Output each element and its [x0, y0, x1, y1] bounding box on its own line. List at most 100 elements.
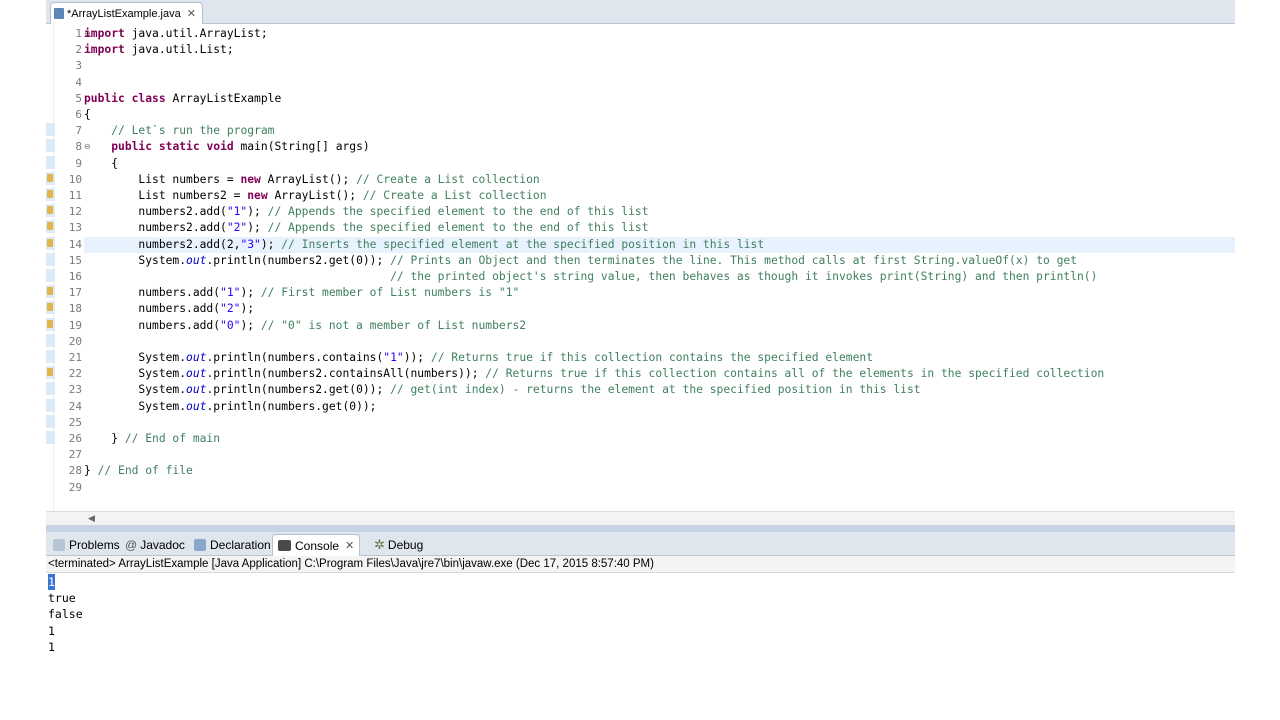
ruler-mark — [46, 382, 55, 396]
code-line[interactable]: } // End of main — [84, 431, 1235, 447]
warning-icon[interactable] — [46, 204, 55, 218]
line-number: 5 — [75, 91, 82, 105]
line-number: 18 — [68, 302, 82, 316]
ruler-mark — [46, 123, 55, 137]
line-number: 2 — [75, 43, 82, 57]
annotation-ruler — [46, 24, 55, 513]
line-number: 25 — [68, 415, 82, 429]
code-line[interactable]: numbers.add("1"); // First member of Lis… — [84, 285, 1235, 301]
view-tab-bar: Problems @ Javadoc Declaration Console ✕… — [46, 532, 1235, 556]
ruler-mark — [46, 398, 55, 412]
ruler-mark — [46, 252, 55, 266]
warning-icon[interactable] — [46, 171, 55, 185]
line-number: 16 — [68, 270, 82, 283]
code-line[interactable]: List numbers = new ArrayList(); // Creat… — [84, 172, 1235, 188]
editor-tab-title: *ArrayListExample.java — [67, 7, 181, 20]
code-line[interactable]: numbers.add("0"); // "0" is not a member… — [84, 318, 1235, 334]
warning-icon[interactable] — [46, 366, 55, 380]
code-line[interactable]: numbers2.add(2,"3"); // Inserts the spec… — [84, 236, 1235, 253]
tab-console-label: Console — [295, 538, 340, 553]
code-line[interactable] — [84, 334, 1235, 350]
code-line[interactable]: // the printed object's string value, th… — [84, 269, 1235, 285]
code-line[interactable]: System.out.println(numbers2.get(0)); // … — [84, 253, 1235, 269]
ruler-mark — [46, 414, 55, 428]
warning-icon[interactable] — [46, 285, 55, 299]
line-number: 3 — [75, 59, 82, 73]
tab-declaration[interactable]: Declaration — [189, 534, 276, 556]
code-line[interactable]: } // End of file — [84, 463, 1235, 479]
console-line: false — [48, 607, 83, 622]
code-line[interactable]: List numbers2 = new ArrayList(); // Crea… — [84, 188, 1235, 204]
code-line[interactable]: numbers2.add("2"); // Appends the specif… — [84, 220, 1235, 236]
ruler-mark — [46, 333, 55, 347]
at-icon: @ — [125, 538, 138, 552]
console-icon — [278, 540, 291, 551]
code-line[interactable]: System.out.println(numbers2.get(0)); // … — [84, 382, 1235, 398]
console-line: 1 — [48, 574, 55, 590]
left-margin — [0, 0, 46, 720]
problems-icon — [53, 539, 65, 551]
line-number: 24 — [68, 399, 82, 413]
code-line[interactable]: numbers2.add("1"); // Appends the specif… — [84, 204, 1235, 220]
code-line[interactable] — [84, 447, 1235, 463]
line-number: 8 — [75, 140, 82, 154]
scroll-left-icon[interactable]: ◀ — [88, 513, 95, 524]
code-line[interactable]: { — [84, 156, 1235, 172]
code-line[interactable] — [84, 480, 1235, 494]
line-number: 20 — [68, 334, 82, 348]
code-line[interactable]: System.out.println(numbers.contains("1")… — [84, 350, 1235, 366]
code-line[interactable] — [84, 415, 1235, 431]
code-editor[interactable]: 1 ⊖ 2 3 4 5 6 7 8 ⊖ 9 10 11 12 13 14 15 16 17 18 19 20 21 22 23 2… — [46, 24, 1235, 513]
tab-problems[interactable]: Problems — [48, 534, 125, 556]
line-number: 10 — [68, 172, 82, 186]
tab-javadoc[interactable]: @ Javadoc — [120, 534, 190, 556]
code-line[interactable]: { — [84, 107, 1235, 123]
panel-divider[interactable] — [46, 525, 1235, 532]
tab-debug[interactable]: ✲ Debug — [369, 534, 428, 556]
warning-icon[interactable] — [46, 236, 55, 250]
line-number: 13 — [68, 221, 82, 235]
ruler-mark — [46, 431, 55, 444]
line-number: 26 — [68, 432, 82, 445]
warning-icon[interactable] — [46, 317, 55, 331]
code-line[interactable]: import java.util.List; — [84, 42, 1235, 58]
code-line[interactable] — [84, 75, 1235, 91]
right-margin — [1235, 0, 1280, 720]
line-number: 11 — [68, 189, 82, 202]
line-number: 27 — [68, 448, 82, 462]
code-line[interactable]: import java.util.ArrayList; — [84, 26, 1235, 42]
line-number: 6 — [75, 108, 82, 121]
close-icon[interactable]: ✕ — [187, 7, 196, 20]
line-number: 9 — [75, 156, 82, 170]
line-number: 29 — [68, 480, 82, 494]
code-line[interactable]: public static void main(String[] args) — [84, 139, 1235, 155]
line-number: 28 — [68, 464, 82, 478]
code-line[interactable]: public class ArrayListExample — [84, 91, 1235, 107]
editor-tab-arraylistexample[interactable]: *ArrayListExample.java ✕ — [50, 2, 203, 24]
horizontal-scrollbar[interactable]: ◀ — [46, 511, 1235, 525]
code-line[interactable]: System.out.println(numbers2.containsAll(… — [84, 366, 1235, 382]
ruler-mark — [46, 350, 55, 363]
warning-icon[interactable] — [46, 188, 55, 201]
java-file-icon — [54, 8, 64, 19]
console-output[interactable]: 1 true false 1 1 — [46, 573, 1235, 720]
tab-console[interactable]: Console ✕ — [272, 534, 361, 556]
bug-icon: ✲ — [374, 537, 385, 552]
editor-tab-bar: *ArrayListExample.java ✕ — [46, 0, 1235, 24]
tab-javadoc-label: Javadoc — [140, 538, 185, 552]
line-number: 4 — [75, 75, 82, 89]
code-line[interactable]: System.out.println(numbers.get(0)); — [84, 399, 1235, 415]
ruler-mark — [46, 269, 55, 282]
line-number: 22 — [68, 367, 82, 381]
code-line[interactable] — [84, 58, 1235, 74]
close-icon[interactable]: ✕ — [345, 539, 354, 552]
tab-debug-label: Debug — [387, 538, 424, 552]
warning-icon[interactable] — [46, 220, 55, 234]
line-number: 21 — [68, 351, 82, 364]
line-number: 19 — [68, 318, 82, 332]
code-area[interactable]: import java.util.ArrayList; import java.u… — [84, 24, 1235, 494]
warning-icon[interactable] — [46, 301, 55, 315]
console-line: true — [48, 591, 76, 606]
code-line[interactable]: numbers.add("2"); — [84, 301, 1235, 317]
code-line[interactable]: // Let`s run the program — [84, 123, 1235, 139]
